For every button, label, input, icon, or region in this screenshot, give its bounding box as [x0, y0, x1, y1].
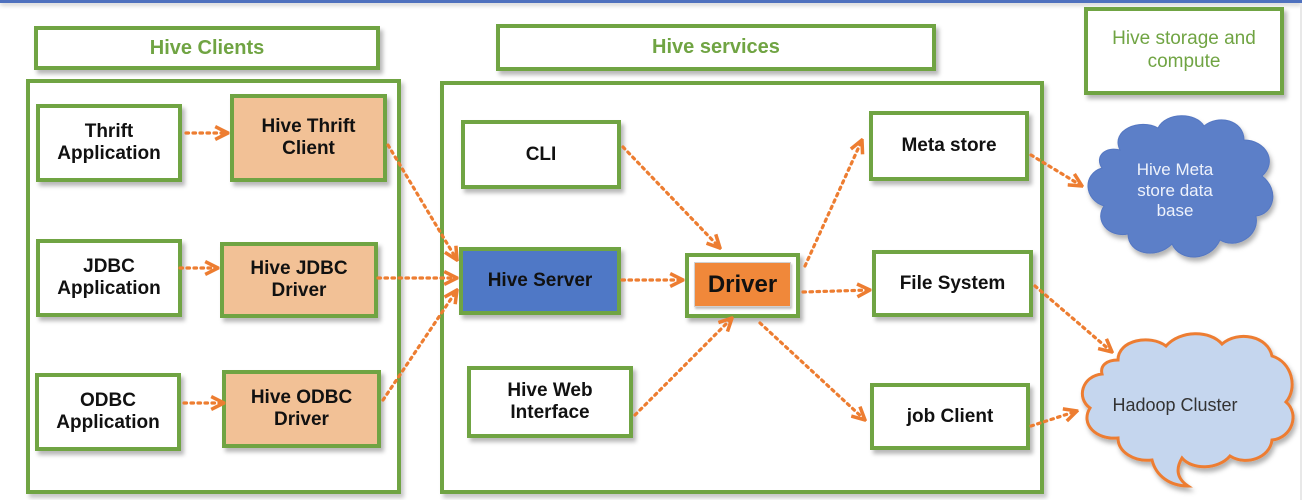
arrow-job-client-to-hadoop [1029, 411, 1077, 428]
meta-store-db-label: Hive Meta store data base [1136, 160, 1214, 221]
arrow-driver-to-file-system [801, 290, 870, 292]
arrow-web-interface-to-driver [633, 318, 732, 417]
hadoop-cluster-label: Hadoop Cluster [1112, 394, 1238, 415]
arrow-driver-to-job-client [758, 321, 865, 420]
arrow-driver-to-meta-store [803, 140, 862, 268]
arrow-thrift-client-to-hive-server [386, 143, 457, 260]
arrow-odbc-driver-to-hive-server [381, 290, 457, 402]
arrow-meta-store-to-meta-db [1029, 153, 1082, 186]
arrow-file-system-to-hadoop [1033, 284, 1112, 352]
arrow-cli-to-driver [621, 145, 720, 248]
diagram-overlay [178, 115, 1295, 488]
